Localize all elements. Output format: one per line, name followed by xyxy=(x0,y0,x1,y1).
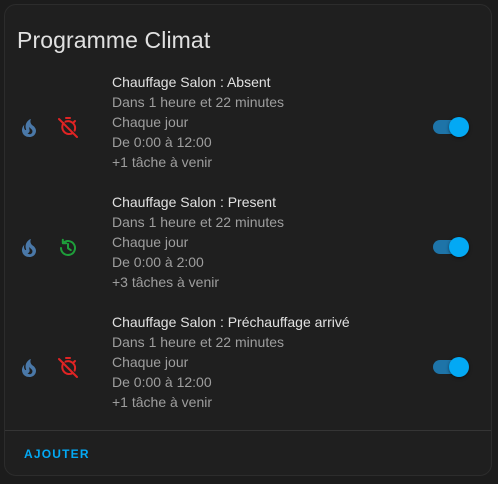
add-button[interactable]: AJOUTER xyxy=(24,445,90,463)
entry-upcoming-count: +3 tâches à venir xyxy=(112,274,220,290)
entry-time-range: De 0:00 à 2:00 xyxy=(112,254,204,270)
entry-details: Chauffage Salon : Present Dans 1 heure e… xyxy=(112,192,284,292)
entry-enable-toggle[interactable] xyxy=(433,356,469,378)
entry-next-run: Dans 1 heure et 22 minutes xyxy=(112,334,284,350)
card-title: Programme Climat xyxy=(17,27,211,53)
entry-details: Chauffage Salon : Absent Dans 1 heure et… xyxy=(112,72,284,172)
entry-time-range: De 0:00 à 12:00 xyxy=(112,374,212,390)
entry-days: Chaque jour xyxy=(112,114,189,130)
entry-upcoming-count: +1 tâche à venir xyxy=(112,394,213,410)
entry-next-run: Dans 1 heure et 22 minutes xyxy=(112,94,284,110)
entry-days: Chaque jour xyxy=(112,354,189,370)
toggle-thumb xyxy=(449,117,469,137)
entry-upcoming-count: +1 tâche à venir xyxy=(112,154,213,170)
entry-name: Chauffage Salon : Préchauffage arrivé xyxy=(112,314,350,330)
toggle-thumb xyxy=(449,237,469,257)
schedule-entry[interactable]: Chauffage Salon : Préchauffage arrivé Da… xyxy=(5,312,493,412)
history-icon xyxy=(56,236,80,260)
entry-time-range: De 0:00 à 12:00 xyxy=(112,134,212,150)
entry-name: Chauffage Salon : Absent xyxy=(112,74,271,90)
timer-off-icon xyxy=(56,356,80,380)
entry-next-run: Dans 1 heure et 22 minutes xyxy=(112,214,284,230)
fire-icon xyxy=(17,236,41,260)
entry-days: Chaque jour xyxy=(112,234,189,250)
schedule-entry[interactable]: Chauffage Salon : Present Dans 1 heure e… xyxy=(5,192,493,292)
entry-details: Chauffage Salon : Préchauffage arrivé Da… xyxy=(112,312,350,412)
card-divider xyxy=(5,430,491,431)
schedule-entry[interactable]: Chauffage Salon : Absent Dans 1 heure et… xyxy=(5,72,493,172)
climate-schedule-card: Programme Climat Chauffage Salon : Absen… xyxy=(4,4,492,476)
toggle-thumb xyxy=(449,357,469,377)
fire-icon xyxy=(17,116,41,140)
fire-icon xyxy=(17,356,41,380)
entry-enable-toggle[interactable] xyxy=(433,236,469,258)
timer-off-icon xyxy=(56,116,80,140)
entry-enable-toggle[interactable] xyxy=(433,116,469,138)
entry-name: Chauffage Salon : Present xyxy=(112,194,276,210)
